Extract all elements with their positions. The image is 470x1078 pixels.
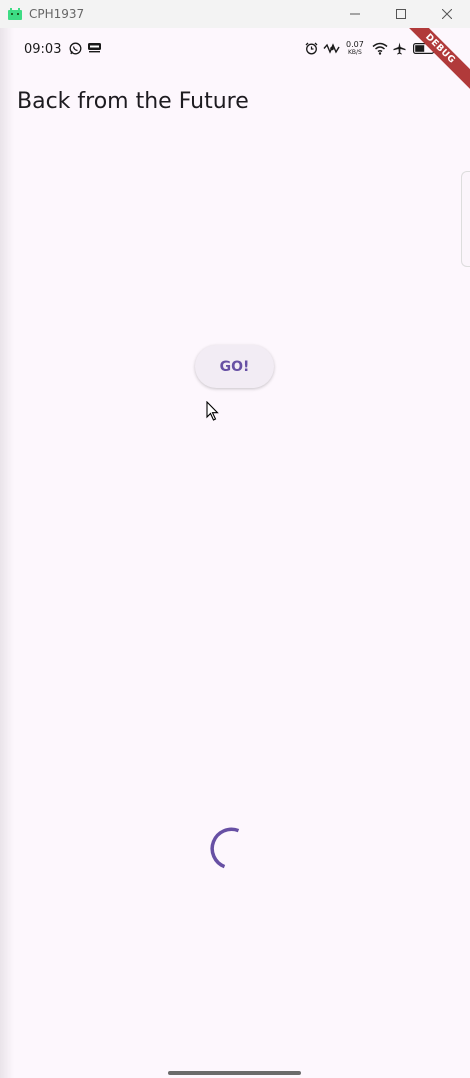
window-title: CPH1937 — [29, 7, 85, 21]
loading-spinner-icon — [209, 826, 257, 879]
airplane-icon — [393, 42, 406, 55]
phone-screen: 09:03 0.07 KB/S DEBUG Back from the Futu… — [0, 28, 470, 1078]
android-app-icon — [8, 8, 22, 20]
edge-panel-handle[interactable] — [461, 171, 470, 267]
wifi-icon — [372, 42, 388, 55]
close-icon — [442, 9, 452, 19]
go-button[interactable]: GO! — [195, 345, 274, 388]
page-title: Back from the Future — [17, 89, 249, 114]
screen-edge-shadow — [0, 28, 14, 1078]
cnn-icon — [88, 43, 101, 53]
emulator-window: CPH1937 09:03 0.07 KB/S DEBUG Back from … — [0, 0, 470, 1078]
minimize-icon — [350, 13, 360, 15]
minimize-button[interactable] — [332, 0, 378, 28]
network-speed-value: 0.07 — [346, 40, 364, 49]
vibrate-icon — [323, 42, 341, 55]
window-title-bar[interactable]: CPH1937 — [0, 0, 470, 28]
whatsapp-icon — [69, 42, 82, 55]
debug-banner: DEBUG — [392, 28, 470, 97]
window-controls — [332, 0, 470, 28]
mouse-cursor-icon — [206, 400, 220, 426]
close-button[interactable] — [424, 0, 470, 28]
home-indicator[interactable] — [168, 1071, 301, 1075]
network-speed: 0.07 KB/S — [346, 41, 364, 57]
alarm-icon — [305, 42, 318, 55]
network-speed-unit: KB/S — [347, 49, 362, 56]
maximize-icon — [396, 9, 406, 19]
maximize-button[interactable] — [378, 0, 424, 28]
status-time: 09:03 — [24, 42, 62, 57]
status-bar: 09:03 0.07 KB/S DEBUG — [0, 28, 470, 97]
